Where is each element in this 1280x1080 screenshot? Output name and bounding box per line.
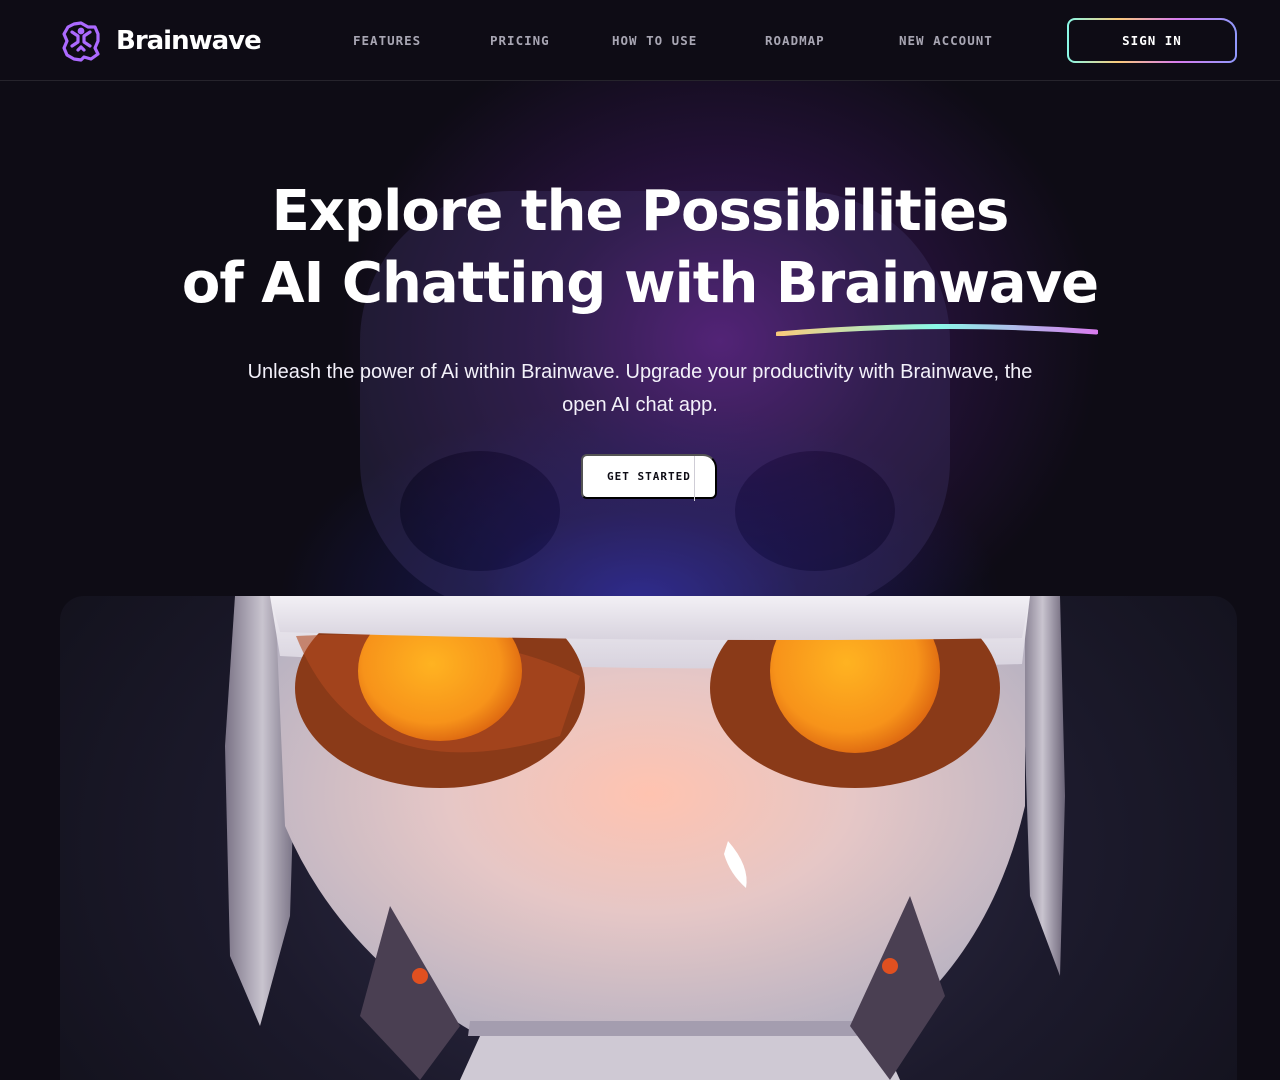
hero-image-card [60,596,1237,1080]
hero-title-highlight: Brainwave [775,248,1099,336]
hero-title: Explore the Possibilities of AI Chatting… [0,176,1280,336]
hero-title-highlight-text: Brainwave [775,251,1099,316]
nav-link-how-to-use[interactable]: HOW TO USE [612,33,697,48]
button-corner-divider [694,456,695,501]
hero-title-line-2: of AI Chatting with Brainwave [0,248,1280,336]
landing-page: Brainwave FEATURES PRICING HOW TO USE RO… [0,0,1280,1080]
nav-link-roadmap[interactable]: ROADMAP [765,33,825,48]
nav-link-features[interactable]: FEATURES [353,33,421,48]
sign-in-label: SIGN IN [1069,20,1235,61]
get-started-button[interactable]: GET STARTED [581,454,717,501]
site-header: Brainwave FEATURES PRICING HOW TO USE RO… [0,0,1280,81]
brand-name: Brainwave [116,26,262,56]
robot-head-image [225,596,1065,1080]
hero-title-line-2-prefix: of AI Chatting with [181,251,776,316]
get-started-label: GET STARTED [607,470,691,483]
nav-link-new-account[interactable]: NEW ACCOUNT [899,33,993,48]
nav-link-pricing[interactable]: PRICING [490,33,550,48]
hero-subtitle: Unleash the power of Ai within Brainwave… [247,361,1033,416]
curved-underline-icon [775,324,1099,336]
sign-in-button[interactable]: SIGN IN [1067,18,1237,63]
brand-logo[interactable]: Brainwave [60,20,262,62]
hero-title-line-1: Explore the Possibilities [271,179,1010,244]
hero-background-robot-icon [360,191,950,596]
brain-network-icon [62,21,100,62]
